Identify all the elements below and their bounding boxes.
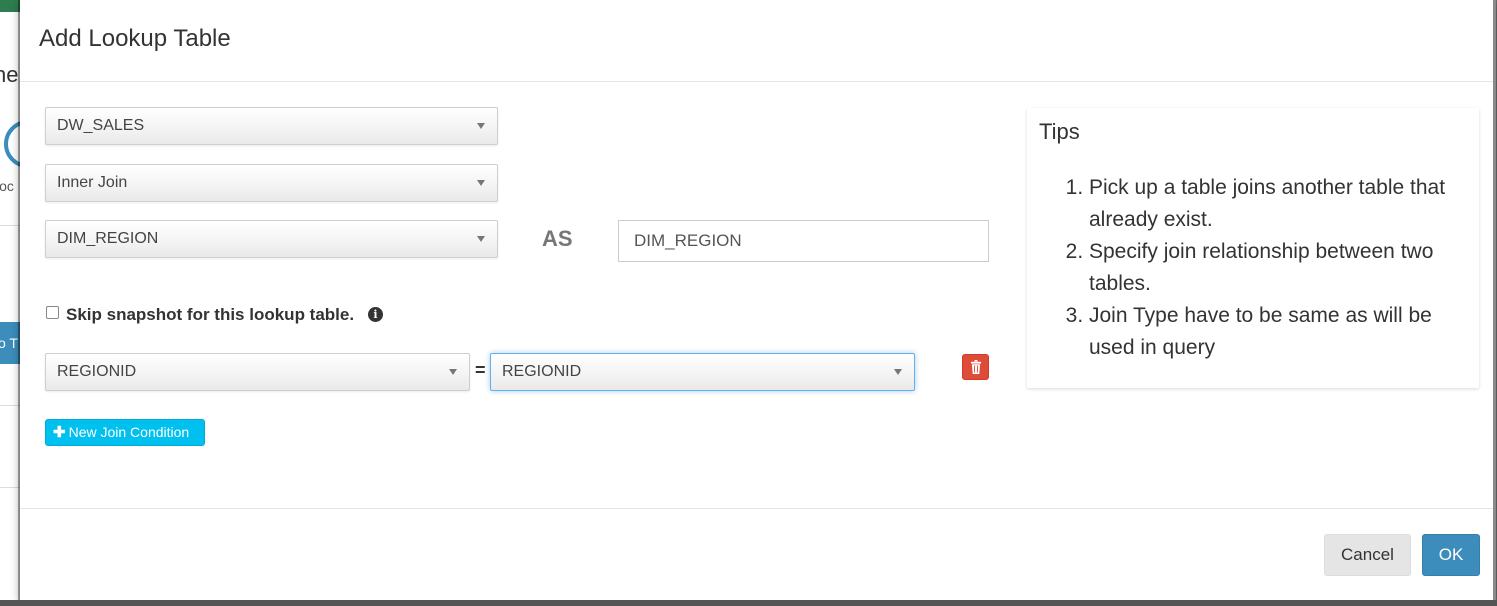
caret-down-icon bbox=[477, 180, 485, 186]
alias-input[interactable]: DIM_REGION bbox=[618, 220, 989, 262]
background-divider bbox=[0, 487, 20, 488]
skip-snapshot-label: Skip snapshot for this lookup table. bbox=[66, 305, 355, 324]
background-header-bar bbox=[0, 0, 20, 12]
fact-table-value: DW_SALES bbox=[57, 117, 145, 134]
add-lookup-table-modal: Add Lookup Table DW_SALES Inner Join DIM… bbox=[20, 0, 1496, 600]
join-type-select[interactable]: Inner Join bbox=[45, 164, 498, 202]
join-right-column-select[interactable]: REGIONID bbox=[490, 353, 915, 391]
caret-down-icon bbox=[894, 369, 902, 375]
modal-footer bbox=[20, 508, 1496, 601]
skip-snapshot-checkbox[interactable] bbox=[46, 306, 59, 319]
modal-title: Add Lookup Table bbox=[39, 25, 231, 52]
join-right-column-value: REGIONID bbox=[502, 363, 582, 380]
delete-join-condition-button[interactable] bbox=[962, 354, 989, 380]
lookup-table-value: DIM_REGION bbox=[57, 230, 159, 247]
background-title: he bbox=[0, 62, 19, 87]
plus-icon: ✚ bbox=[53, 424, 66, 441]
new-join-condition-label: New Join Condition bbox=[68, 424, 190, 440]
bottom-edge bbox=[0, 600, 1497, 606]
ok-button[interactable]: OK bbox=[1422, 534, 1480, 576]
new-join-condition-button[interactable]: ✚ New Join Condition bbox=[45, 419, 205, 446]
join-type-value: Inner Join bbox=[57, 174, 128, 191]
fact-table-select[interactable]: DW_SALES bbox=[45, 107, 498, 145]
as-label: AS bbox=[542, 226, 573, 251]
cancel-button[interactable]: Cancel bbox=[1324, 534, 1411, 576]
background-divider bbox=[0, 225, 20, 226]
tips-panel: Tips Pick up a table joins another table… bbox=[1027, 108, 1479, 388]
join-operator: = bbox=[475, 360, 486, 380]
join-left-column-value: REGIONID bbox=[57, 363, 137, 380]
background-app: he loc o T bbox=[0, 0, 20, 606]
caret-down-icon bbox=[477, 236, 485, 242]
caret-down-icon bbox=[449, 369, 457, 375]
tip-item: Pick up a table joins another table that… bbox=[1089, 172, 1474, 236]
trash-icon bbox=[971, 360, 981, 374]
modal-header: Add Lookup Table bbox=[20, 0, 1496, 82]
background-divider bbox=[0, 405, 20, 406]
tips-title: Tips bbox=[1039, 119, 1080, 144]
lookup-table-select[interactable]: DIM_REGION bbox=[45, 220, 498, 258]
background-label: loc bbox=[0, 178, 14, 194]
join-left-column-select[interactable]: REGIONID bbox=[45, 353, 470, 391]
tips-list: Pick up a table joins another table that… bbox=[1067, 172, 1474, 364]
tip-item: Join Type have to be same as will be use… bbox=[1089, 300, 1474, 364]
caret-down-icon bbox=[477, 123, 485, 129]
background-button: o T bbox=[0, 322, 20, 364]
tip-item: Specify join relationship between two ta… bbox=[1089, 236, 1474, 300]
info-circle-icon[interactable]: i bbox=[368, 307, 383, 322]
scrollbar[interactable] bbox=[1493, 0, 1496, 600]
